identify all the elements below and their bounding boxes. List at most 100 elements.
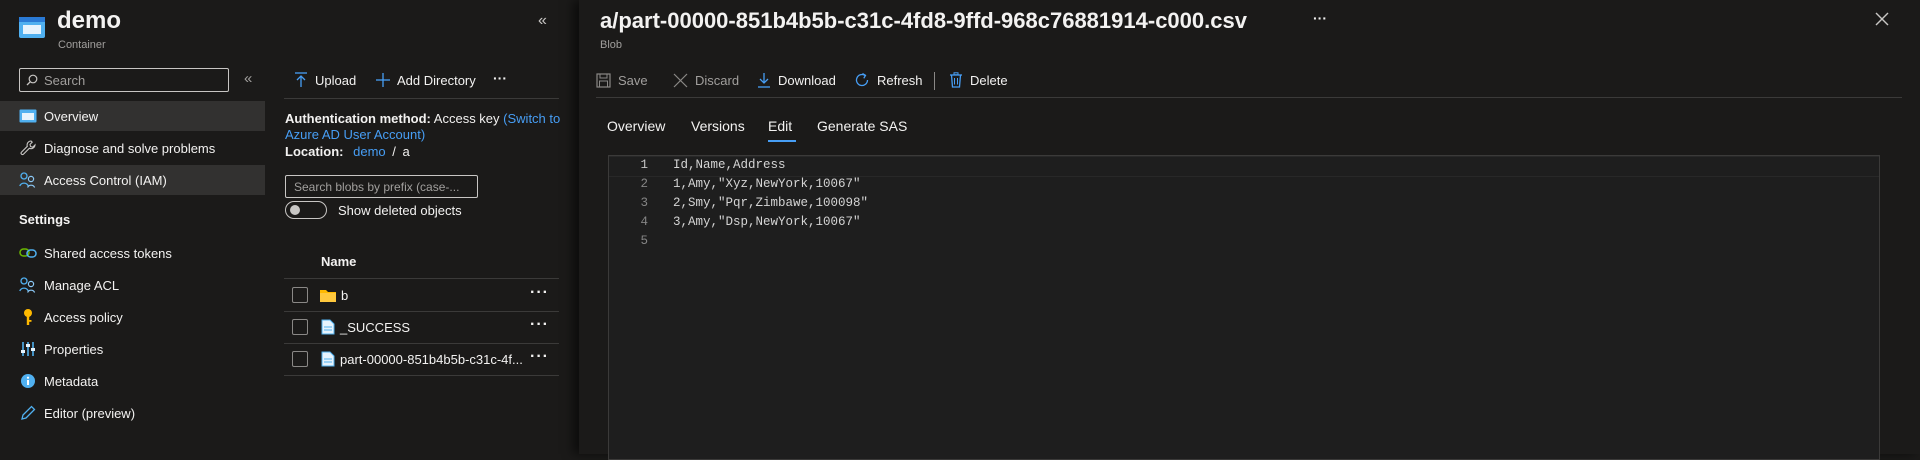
pencil-icon xyxy=(18,403,38,423)
sidebar-item-overview[interactable]: Overview xyxy=(0,101,265,131)
sidebar-search-placeholder: Search xyxy=(44,72,86,88)
table-row[interactable]: b ··· xyxy=(284,279,559,312)
sidebar-item-editor[interactable]: Editor (preview) xyxy=(0,398,265,428)
code-editor[interactable]: 1 Id,Name,Address 2 1,Amy,"Xyz,NewYork,1… xyxy=(608,155,1880,460)
save-label: Save xyxy=(618,72,648,88)
sidebar-item-access-control[interactable]: Access Control (IAM) xyxy=(0,165,265,195)
file-icon xyxy=(321,351,335,367)
auth-value: Access key xyxy=(433,111,500,126)
row-name[interactable]: part-00000-851b4b5b-c31c-4f... xyxy=(340,352,523,367)
switch-auth-link[interactable]: (Switch to xyxy=(503,111,560,126)
sidebar-item-label: Metadata xyxy=(44,373,99,389)
collapse-sidebar-icon[interactable]: « xyxy=(244,70,252,87)
save-icon xyxy=(596,72,611,88)
blob-prefix-search-input[interactable]: Search blobs by prefix (case-... xyxy=(285,175,478,198)
row-checkbox[interactable] xyxy=(292,319,308,335)
sidebar-item-label: Diagnose and solve problems xyxy=(44,140,216,156)
overview-icon xyxy=(18,106,38,126)
table-row[interactable]: _SUCCESS ··· xyxy=(284,311,559,344)
editor-line: 3 2,Smy,"Pqr,Zimbawe,100098" xyxy=(609,196,1879,215)
editor-line: 4 3,Amy,"Dsp,NewYork,10067" xyxy=(609,215,1879,234)
line-text: Id,Name,Address xyxy=(673,158,786,172)
more-actions-button[interactable]: ··· xyxy=(493,70,507,86)
sidebar-search-input[interactable]: Search xyxy=(19,68,229,92)
sidebar-item-metadata[interactable]: Metadata xyxy=(0,366,265,396)
location-breadcrumb: Location: demo / a xyxy=(285,144,410,159)
container-icon xyxy=(18,14,46,40)
people-icon xyxy=(18,275,38,295)
download-icon xyxy=(757,72,771,88)
line-number: 3 xyxy=(640,196,648,210)
auth-label: Authentication method: xyxy=(285,111,431,126)
row-name[interactable]: b xyxy=(341,288,348,303)
sidebar-item-access-policy[interactable]: Access policy xyxy=(0,302,265,332)
switch-auth-link-cont[interactable]: Azure AD User Account) xyxy=(285,127,425,142)
blob-prefix-placeholder: Search blobs by prefix (case-... xyxy=(294,179,460,194)
sidebar-item-properties[interactable]: Properties xyxy=(0,334,265,364)
tab-versions[interactable]: Versions xyxy=(691,118,745,134)
delete-label: Delete xyxy=(970,72,1008,88)
line-number: 1 xyxy=(640,158,648,172)
upload-button[interactable]: Upload xyxy=(294,66,356,94)
name-column-header[interactable]: Name xyxy=(284,246,559,279)
tab-edit[interactable]: Edit xyxy=(768,118,792,134)
refresh-label: Refresh xyxy=(877,72,923,88)
tab-generate-sas[interactable]: Generate SAS xyxy=(817,118,907,134)
table-row[interactable]: part-00000-851b4b5b-c31c-4f... ··· xyxy=(284,343,559,376)
collapse-panel-icon[interactable]: « xyxy=(538,12,547,30)
line-text: 2,Smy,"Pqr,Zimbawe,100098" xyxy=(673,196,869,210)
name-column-label: Name xyxy=(321,254,357,269)
sidebar-item-shared-access-tokens[interactable]: Shared access tokens xyxy=(0,238,265,268)
plus-icon xyxy=(376,73,390,87)
refresh-icon xyxy=(854,72,870,88)
blob-toolbar: Save Discard Download Refresh Delete xyxy=(596,64,1902,98)
sidebar-item-label: Overview xyxy=(44,108,99,124)
blob-more-button[interactable]: ··· xyxy=(1313,10,1327,26)
editor-line: 5 xyxy=(609,234,1879,253)
row-name[interactable]: _SUCCESS xyxy=(340,320,410,335)
sliders-icon xyxy=(18,339,38,359)
download-button[interactable]: Download xyxy=(757,66,836,94)
save-button[interactable]: Save xyxy=(596,66,648,94)
discard-button[interactable]: Discard xyxy=(673,66,739,94)
discard-label: Discard xyxy=(695,72,740,88)
editor-line: 2 1,Amy,"Xyz,NewYork,10067" xyxy=(609,177,1879,196)
refresh-button[interactable]: Refresh xyxy=(854,66,923,94)
blob-panel: a/part-00000-851b4b5b-c31c-4fd8-9ffd-968… xyxy=(579,0,1920,460)
tab-overview[interactable]: Overview xyxy=(607,118,665,134)
active-tab-indicator xyxy=(768,140,796,142)
line-text: 1,Amy,"Xyz,NewYork,10067" xyxy=(673,177,861,191)
add-directory-button[interactable]: Add Directory xyxy=(376,66,476,94)
row-more-button[interactable]: ··· xyxy=(530,349,549,365)
close-icon[interactable] xyxy=(1875,12,1889,26)
file-icon xyxy=(321,319,335,335)
sidebar-item-label: Access policy xyxy=(44,309,123,325)
line-number: 5 xyxy=(640,234,648,248)
upload-icon xyxy=(294,72,308,88)
location-label: Location: xyxy=(285,144,344,159)
settings-heading: Settings xyxy=(19,212,71,227)
auth-info: Authentication method: Access key (Switc… xyxy=(285,111,565,143)
row-more-button[interactable]: ··· xyxy=(530,317,549,333)
sidebar-item-label: Access Control (IAM) xyxy=(44,172,167,188)
toolbar-divider xyxy=(934,72,935,90)
sidebar-item-label: Editor (preview) xyxy=(44,405,136,421)
location-container-link[interactable]: demo xyxy=(353,144,386,159)
sidebar-item-diagnose[interactable]: Diagnose and solve problems xyxy=(0,133,265,163)
line-number: 2 xyxy=(640,177,648,191)
show-deleted-toggle-row: Show deleted objects xyxy=(285,201,462,219)
show-deleted-toggle[interactable] xyxy=(285,201,327,219)
container-title: demo xyxy=(57,7,122,34)
sidebar-item-label: Manage ACL xyxy=(44,277,120,293)
row-more-button[interactable]: ··· xyxy=(530,285,549,301)
blob-subtitle: Blob xyxy=(600,39,623,51)
delete-button[interactable]: Delete xyxy=(949,66,1008,94)
row-checkbox[interactable] xyxy=(292,351,308,367)
trash-icon xyxy=(949,72,963,88)
sidebar-item-manage-acl[interactable]: Manage ACL xyxy=(0,270,265,300)
editor-line: 1 Id,Name,Address xyxy=(609,158,1879,177)
upload-label: Upload xyxy=(315,72,357,88)
toggle-knob xyxy=(290,205,300,215)
browser-toolbar: Upload Add Directory ··· xyxy=(284,64,559,99)
row-checkbox[interactable] xyxy=(292,287,308,303)
